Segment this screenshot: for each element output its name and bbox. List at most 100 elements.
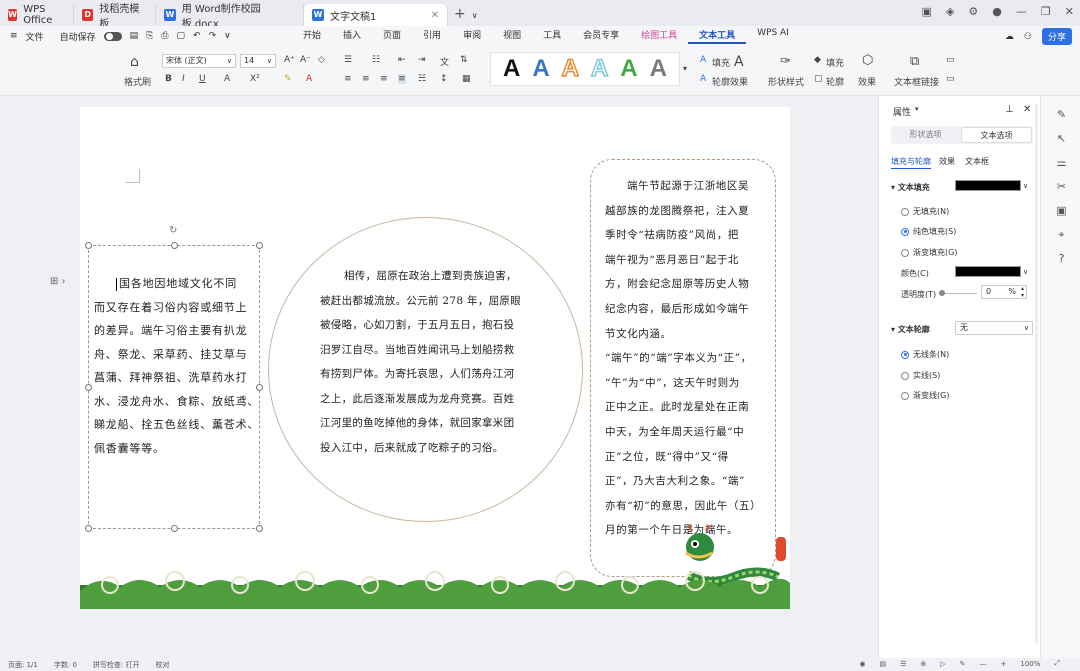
properties-icon[interactable]: ⚌ xyxy=(1055,156,1068,169)
fill-option-gradient[interactable]: 渐变填充(G) xyxy=(901,247,957,258)
close-tab-icon[interactable]: ✕ xyxy=(431,10,439,21)
minimize-icon[interactable]: — xyxy=(1016,5,1027,18)
circle-text[interactable]: 相传，屈原在政治上遭到贵族迫害， 被赶出都城流放。公元前 278 年，屈原眼 被… xyxy=(320,264,556,460)
chevron-down-icon[interactable]: ∨ xyxy=(472,11,478,20)
underline-icon[interactable]: U xyxy=(199,74,206,84)
redo-icon[interactable]: ↷ xyxy=(209,31,217,41)
text-outline-icon[interactable]: A xyxy=(700,74,706,84)
tab-view[interactable]: 视图 xyxy=(492,28,532,44)
resize-handle[interactable] xyxy=(171,242,178,249)
tab-insert[interactable]: 插入 xyxy=(332,28,372,44)
layout-options-icon[interactable]: ⊞ › xyxy=(50,276,66,287)
numbering-icon[interactable]: ☷ xyxy=(372,55,380,65)
tab-text-tools[interactable]: 文本工具 xyxy=(688,28,747,44)
word-count[interactable]: 字数: 0 xyxy=(54,660,77,670)
restore-icon[interactable]: ❐ xyxy=(1041,5,1051,18)
autosave-toggle[interactable] xyxy=(103,31,122,41)
radio-solid-fill[interactable] xyxy=(901,227,909,236)
chinese-layout-icon[interactable]: 文 xyxy=(440,55,449,68)
shrink-font-icon[interactable]: A⁻ xyxy=(300,55,311,65)
shape-outline-icon[interactable]: ▢ xyxy=(814,74,823,84)
highlight-icon[interactable]: ✎ xyxy=(284,74,292,84)
save-icon[interactable]: ▤ xyxy=(130,31,139,41)
text-effect-label[interactable]: 效果 xyxy=(730,75,748,88)
superscript-icon[interactable]: X² xyxy=(250,74,260,84)
skin-icon[interactable]: ◈ xyxy=(946,5,954,18)
strikethrough-icon[interactable]: A xyxy=(224,74,230,84)
pen-icon[interactable]: ✎ xyxy=(1055,108,1068,121)
wordart-style-3[interactable]: A xyxy=(561,54,580,83)
shape-style-label[interactable]: 形状样式 xyxy=(768,75,804,88)
font-color-icon[interactable]: A xyxy=(306,74,312,84)
avatar[interactable]: ● xyxy=(992,5,1002,18)
pen-mode-icon[interactable]: ✎ xyxy=(960,660,966,668)
line-spacing-icon[interactable]: ↕ xyxy=(440,74,448,84)
text-outline-label[interactable]: 轮廓 xyxy=(712,75,730,88)
justify-icon[interactable]: ≡ xyxy=(398,74,406,84)
menu-icon[interactable]: ≡ xyxy=(10,31,18,41)
font-size-select[interactable]: 14 ∨ xyxy=(240,54,276,68)
bold-icon[interactable]: B xyxy=(165,74,172,84)
shape-effect-label[interactable]: 效果 xyxy=(858,75,876,88)
shape-outline-label[interactable]: 轮廓 xyxy=(826,75,844,88)
break-link-icon[interactable]: ▭ xyxy=(946,55,955,65)
fill-option-none[interactable]: 无填充(N) xyxy=(901,206,949,217)
tab-wps-office[interactable]: W WPS Office xyxy=(0,4,74,26)
zoom-in-icon[interactable]: + xyxy=(1001,660,1007,668)
left-text[interactable]: 国各地因地域文化不同 而又存在着习俗内容或细节上 的差异。端午习俗主要有扒龙 舟… xyxy=(94,272,260,460)
text-fill-color-swatch[interactable] xyxy=(955,180,1021,191)
new-tab-button[interactable]: + xyxy=(454,6,466,22)
indent-decrease-icon[interactable]: ⇤ xyxy=(398,55,406,65)
resize-handle[interactable] xyxy=(171,525,178,532)
text-effect-icon[interactable]: A xyxy=(734,54,744,70)
borders-icon[interactable]: ▦ xyxy=(462,74,471,84)
grow-font-icon[interactable]: A⁺ xyxy=(284,55,295,65)
radio-no-fill[interactable] xyxy=(901,207,909,216)
shape-style-icon[interactable]: ✑ xyxy=(780,54,791,69)
close-icon[interactable]: ✕ xyxy=(1065,5,1074,18)
play-icon[interactable]: ▷ xyxy=(940,660,945,668)
more-icon[interactable]: ∨ xyxy=(224,31,231,41)
clear-format-icon[interactable]: ◇ xyxy=(318,55,325,65)
zoom-level[interactable]: 100% xyxy=(1020,660,1040,668)
eye-icon[interactable]: ◉ xyxy=(859,660,865,668)
zoom-out-icon[interactable]: — xyxy=(980,660,987,668)
tab-references[interactable]: 引用 xyxy=(412,28,452,44)
tab-document-1[interactable]: W 文字文稿1 ✕ xyxy=(304,4,448,26)
bullets-icon[interactable]: ☰ xyxy=(344,55,352,65)
file-menu[interactable]: 文件 xyxy=(26,30,44,43)
wordart-style-4[interactable]: A xyxy=(590,54,609,83)
location-icon[interactable]: ⌖ xyxy=(1055,228,1068,241)
radio-no-line[interactable] xyxy=(901,350,909,359)
chevron-down-icon[interactable]: ∨ xyxy=(1023,268,1028,276)
share-button[interactable]: 分享 xyxy=(1041,28,1072,45)
align-center-icon[interactable]: ≡ xyxy=(362,74,370,84)
help-icon[interactable]: ? xyxy=(1055,252,1068,265)
tab-drawing-tools[interactable]: 绘图工具 xyxy=(630,28,688,44)
text-fill-section[interactable]: ▾ 文本填充 xyxy=(891,182,930,193)
tab-text-options[interactable]: 文本选项 xyxy=(961,127,1032,143)
resize-handle[interactable] xyxy=(85,242,92,249)
stepper-icon[interactable]: ▴ ▾ xyxy=(1021,285,1024,299)
text-fill-icon[interactable]: A xyxy=(700,55,706,65)
slider-thumb[interactable] xyxy=(939,290,945,296)
format-painter-icon[interactable]: ⌂ xyxy=(130,54,139,70)
radio-gradient-line[interactable] xyxy=(901,391,909,400)
sort-icon[interactable]: ⇅ xyxy=(460,55,468,65)
resize-handle[interactable] xyxy=(256,242,263,249)
gallery-more-icon[interactable]: ▾ xyxy=(683,64,687,73)
resize-handle[interactable] xyxy=(85,525,92,532)
outline-option-gradient[interactable]: 渐变线(G) xyxy=(901,390,949,401)
page-count[interactable]: 页面: 1/1 xyxy=(8,660,38,670)
shape-fill-label[interactable]: 填充 xyxy=(826,56,844,69)
outline-view-icon[interactable]: ☰ xyxy=(900,660,906,668)
collab-icon[interactable]: ⚇ xyxy=(1024,32,1032,42)
pin-icon[interactable]: ⊥ xyxy=(1005,104,1014,115)
subtab-textbox[interactable]: 文本框 xyxy=(965,156,989,167)
tab-wps-ai[interactable]: WPS AI xyxy=(746,28,800,44)
export-icon[interactable]: ⎘ xyxy=(146,31,153,41)
right-text[interactable]: 端午节起源于江浙地区吴 越部族的龙图腾祭祀，注入夏 季时令“祛病防疫”风尚，把 … xyxy=(605,174,773,543)
image-icon[interactable]: ▣ xyxy=(1055,204,1068,217)
shape-effect-icon[interactable]: ⬡ xyxy=(862,53,873,68)
chevron-down-icon[interactable]: ∨ xyxy=(1023,182,1028,190)
